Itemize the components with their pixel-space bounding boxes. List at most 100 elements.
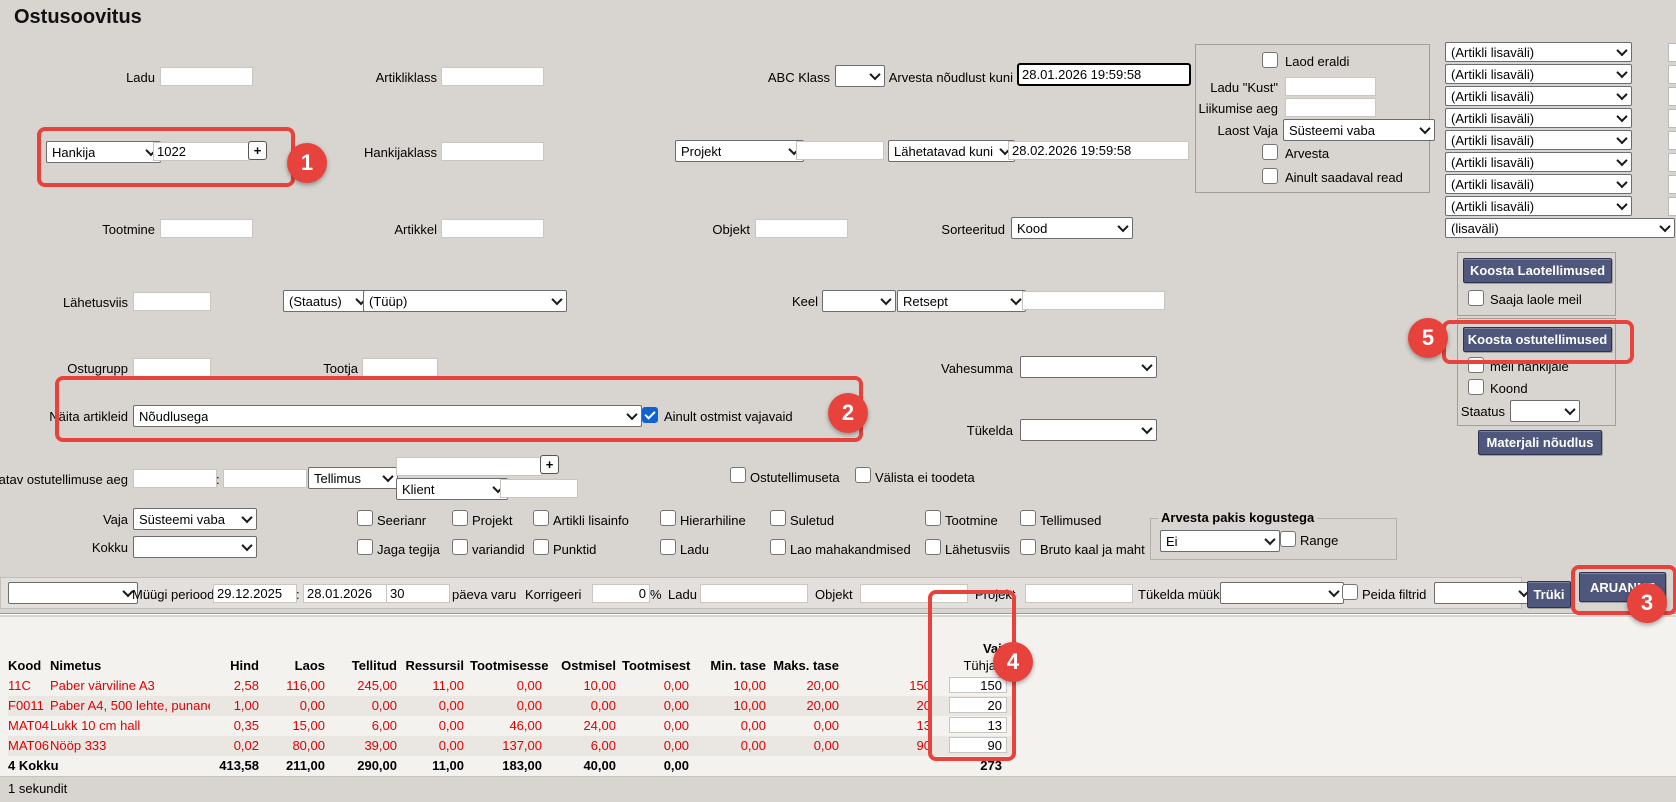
eeldatav-end-input[interactable] bbox=[223, 469, 307, 488]
tootmine-checkbox[interactable] bbox=[925, 510, 941, 526]
keel-select[interactable] bbox=[822, 290, 896, 312]
row-kood[interactable]: 11C bbox=[8, 676, 50, 696]
toolbar-select[interactable] bbox=[8, 582, 138, 604]
vaja-cell-input[interactable]: 90 bbox=[949, 737, 1007, 753]
extra-field-input[interactable] bbox=[1668, 197, 1676, 216]
valista-checkbox[interactable] bbox=[855, 467, 871, 483]
artikli-lisainfo-checkbox[interactable] bbox=[533, 510, 549, 526]
arvesta-noudlust-kuni-input[interactable]: 28.01.2026 19:59:58 bbox=[1017, 63, 1191, 86]
korrigeeri-input[interactable]: 0 bbox=[592, 584, 650, 603]
tootmisest-header[interactable]: Tootmisest bbox=[622, 657, 695, 674]
tukelda-select[interactable] bbox=[1020, 419, 1157, 441]
toolbar-projekt-input[interactable] bbox=[1025, 584, 1133, 603]
lisavali-select[interactable]: (lisaväli) bbox=[1445, 218, 1675, 238]
row-kood[interactable]: F0011 bbox=[8, 696, 50, 716]
truki-button[interactable]: Trüki bbox=[1527, 581, 1571, 608]
extra-field-select[interactable]: (Artikli lisaväli) bbox=[1445, 130, 1632, 150]
arvesta-checkbox[interactable] bbox=[1262, 144, 1278, 160]
extra-field-input[interactable] bbox=[1668, 43, 1676, 62]
extra-field-input[interactable] bbox=[1668, 65, 1676, 84]
vaja-cell-input[interactable]: 20 bbox=[949, 697, 1007, 713]
extra-field-input[interactable] bbox=[1668, 131, 1676, 150]
period-end-input[interactable]: 28.01.2026 bbox=[303, 584, 387, 603]
extra-field-input[interactable] bbox=[1668, 153, 1676, 172]
hind-header[interactable]: Hind bbox=[210, 657, 265, 674]
ostutellimuseta-checkbox[interactable] bbox=[730, 467, 746, 483]
tootja-input[interactable] bbox=[362, 358, 438, 377]
jaga-tegija-checkbox[interactable] bbox=[357, 539, 373, 555]
hankijaklass-input[interactable] bbox=[441, 142, 544, 161]
tellimused-checkbox[interactable] bbox=[1020, 510, 1036, 526]
seerianr-checkbox[interactable] bbox=[357, 510, 373, 526]
ostmisel-header[interactable]: Ostmisel bbox=[548, 657, 622, 674]
row-nimetus[interactable]: Paber A4, 500 lehte, punane bbox=[50, 696, 210, 716]
klient-top-input[interactable] bbox=[396, 457, 542, 476]
naita-artikleid-select[interactable]: Nõudlusega bbox=[133, 405, 642, 427]
period-start-input[interactable]: 29.12.2025 bbox=[213, 584, 297, 603]
laos-header[interactable]: Laos bbox=[265, 657, 331, 674]
peida-filtrid-checkbox[interactable] bbox=[1342, 584, 1358, 600]
arvesta-pakis-select[interactable]: Ei bbox=[1160, 530, 1280, 552]
vaja-select[interactable]: Süsteemi vaba bbox=[133, 508, 257, 530]
extra-field-input[interactable] bbox=[1668, 175, 1676, 194]
tuup-select[interactable]: (Tüüp) bbox=[363, 290, 567, 312]
ostugrupp-input[interactable] bbox=[133, 358, 211, 377]
projekt-type-select[interactable]: Projekt bbox=[675, 140, 804, 162]
klient-add-button[interactable]: + bbox=[540, 455, 559, 474]
extra-field-select[interactable]: (Artikli lisaväli) bbox=[1445, 42, 1632, 62]
laod-eraldi-checkbox[interactable] bbox=[1262, 52, 1278, 68]
saaja-laole-meil-checkbox[interactable] bbox=[1468, 290, 1484, 306]
klient-input[interactable] bbox=[500, 479, 578, 498]
toolbar-objekt-input[interactable] bbox=[860, 584, 968, 603]
ladu-checkbox[interactable] bbox=[660, 539, 676, 555]
koond-checkbox[interactable] bbox=[1468, 379, 1484, 395]
retsept-select[interactable]: Retsept bbox=[897, 290, 1026, 312]
tellimus-select[interactable]: Tellimus bbox=[308, 467, 398, 489]
suletud-checkbox[interactable] bbox=[770, 510, 786, 526]
ainult-ostmist-checkbox[interactable] bbox=[642, 407, 658, 423]
extra-field-input[interactable] bbox=[1668, 109, 1676, 128]
extra-field-input[interactable] bbox=[1668, 87, 1676, 106]
liikumise-aeg-input[interactable] bbox=[1285, 98, 1376, 117]
projekt-checkbox[interactable] bbox=[452, 510, 468, 526]
kokku-select[interactable] bbox=[133, 536, 257, 558]
materjali-noudlus-button[interactable]: Materjali nõudlus bbox=[1478, 430, 1602, 455]
extra-field-select[interactable]: (Artikli lisaväli) bbox=[1445, 86, 1632, 106]
variandid-checkbox[interactable] bbox=[452, 539, 468, 555]
row-kood[interactable]: MAT06 bbox=[8, 736, 50, 756]
extra-field-select[interactable]: (Artikli lisaväli) bbox=[1445, 196, 1632, 216]
row-nimetus[interactable]: Paber värviline A3 bbox=[50, 676, 210, 696]
staatus-action-select[interactable] bbox=[1510, 400, 1580, 422]
maks-tase-header[interactable]: Maks. tase bbox=[772, 657, 845, 674]
range-checkbox[interactable] bbox=[1280, 531, 1296, 547]
lao-mahakandmised-checkbox[interactable] bbox=[770, 539, 786, 555]
eeldatav-start-input[interactable] bbox=[133, 469, 217, 488]
punktid-checkbox[interactable] bbox=[533, 539, 549, 555]
row-nimetus[interactable]: Nööp 333 bbox=[50, 736, 210, 756]
ladu-kust-input[interactable] bbox=[1285, 77, 1376, 96]
staatus-select[interactable]: (Staatus) bbox=[283, 290, 371, 312]
toolbar-ladu-input[interactable] bbox=[700, 584, 808, 603]
extra-field-select[interactable]: (Artikli lisaväli) bbox=[1445, 64, 1632, 84]
klient-select[interactable]: Klient bbox=[396, 478, 508, 500]
hankija-type-select[interactable]: Hankija bbox=[46, 141, 161, 163]
kood-header[interactable]: Kood bbox=[8, 657, 50, 674]
row-kood[interactable]: MAT04 bbox=[8, 716, 50, 736]
objekt-input[interactable] bbox=[755, 219, 848, 238]
vahesumma-select[interactable] bbox=[1020, 356, 1157, 378]
extra-field-select[interactable]: (Artikli lisaväli) bbox=[1445, 152, 1632, 172]
paeva-varu-input[interactable]: 30 bbox=[386, 584, 450, 603]
ladu-input[interactable] bbox=[160, 67, 253, 86]
nimetus-header[interactable]: Nimetus bbox=[50, 657, 210, 674]
abc-klass-select[interactable] bbox=[835, 65, 885, 87]
tootmine-input[interactable] bbox=[160, 219, 253, 238]
lahetusviis-input[interactable] bbox=[133, 292, 211, 311]
sorteeritud-select[interactable]: Kood bbox=[1011, 217, 1133, 239]
ressursil-header[interactable]: Ressursil bbox=[403, 657, 470, 674]
extra-field-select[interactable]: (Artikli lisaväli) bbox=[1445, 108, 1632, 128]
koosta-laotellimused-button[interactable]: Koosta Laotellimused bbox=[1463, 258, 1612, 283]
koosta-ostutellimused-button[interactable]: Koosta ostutellimused bbox=[1463, 327, 1612, 352]
hankija-code-input[interactable]: 1022 bbox=[153, 142, 249, 161]
hankija-add-button[interactable]: + bbox=[248, 141, 267, 160]
ainult-saadaval-checkbox[interactable] bbox=[1262, 168, 1278, 184]
